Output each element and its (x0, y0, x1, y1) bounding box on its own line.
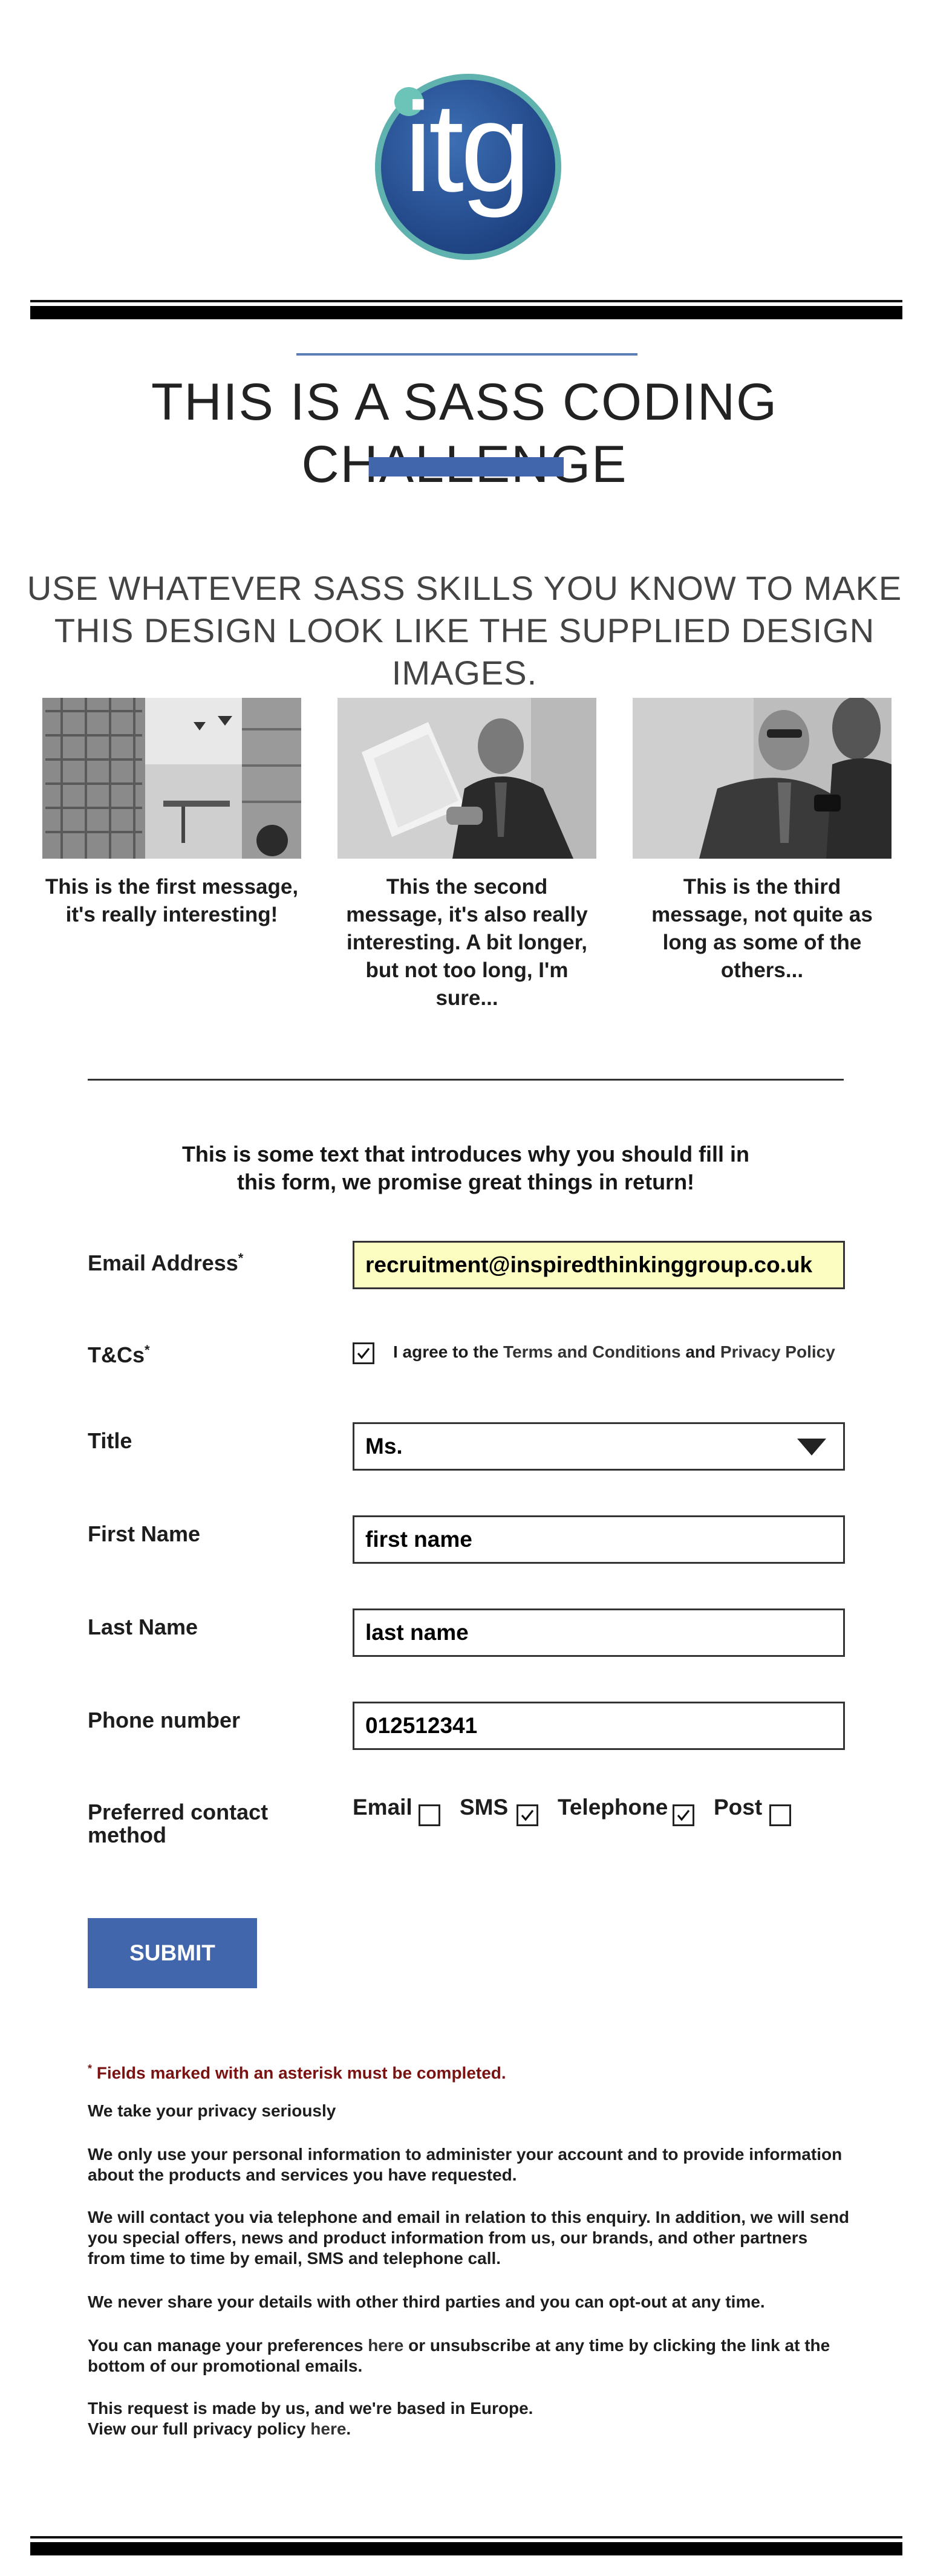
required-fields-note: * Fields marked with an asterisk must be… (88, 2063, 506, 2083)
last-name-field[interactable]: last name (353, 1608, 845, 1657)
privacy-paragraph-1: We only use your personal information to… (88, 2145, 843, 2184)
tcs-label: T&Cs* (88, 1342, 150, 1367)
footer-divider-thin (30, 2536, 902, 2539)
card-3-caption: This is the third message, not quite as … (651, 875, 873, 982)
tcs-checkbox[interactable] (353, 1342, 374, 1364)
checkmark-icon (677, 1810, 690, 1821)
checkmark-icon (357, 1348, 370, 1359)
man-reading-document-photo (337, 698, 596, 859)
checkmark-icon (521, 1810, 534, 1821)
hero-subtitle: USE WHATEVER SASS SKILLS YOU KNOW TO MAK… (27, 569, 902, 692)
privacy-paragraph-5: This request is made by us, and we're ba… (88, 2399, 533, 2438)
first-name-field[interactable]: first name (353, 1515, 845, 1564)
library-interior-photo (42, 698, 301, 859)
last-name-label: Last Name (88, 1615, 198, 1639)
tcs-text: I agree to the Terms and Conditions and … (393, 1342, 835, 1361)
privacy-heading: We take your privacy seriously (88, 2101, 336, 2120)
required-asterisk: * (145, 1342, 150, 1358)
title-selected-value: Ms. (365, 1434, 403, 1459)
email-label: Email Address* (88, 1251, 244, 1275)
form-intro: This is some text that introduces why yo… (181, 1142, 750, 1194)
submit-button[interactable]: SUBMIT (88, 1918, 257, 1988)
header-divider-thick (30, 306, 902, 319)
itg-logo: itg (375, 74, 561, 260)
preferences-link[interactable]: here (368, 2336, 403, 2355)
contact-email-label: Email (353, 1795, 412, 1820)
contact-post-checkbox[interactable] (769, 1804, 791, 1826)
message-card-1: This is the first message, it's really i… (42, 698, 301, 929)
terms-link[interactable]: Terms and Conditions (503, 1342, 681, 1361)
contact-post-label: Post (714, 1795, 763, 1820)
phone-label: Phone number (88, 1708, 241, 1732)
privacy-paragraph-4: You can manage your preferences here or … (88, 2336, 830, 2375)
privacy-paragraph-2: We will contact you via telephone and em… (88, 2208, 850, 2268)
title-select[interactable]: Ms. (353, 1422, 845, 1471)
email-field[interactable]: recruitment@inspiredthinkinggroup.co.uk (353, 1241, 845, 1289)
first-name-label: First Name (88, 1521, 201, 1546)
two-men-with-phone-photo (633, 698, 892, 859)
hero-top-line (296, 353, 637, 356)
phone-field[interactable]: 012512341 (353, 1702, 845, 1750)
hero-title: THIS IS A SASS CODING CHALLENGE (151, 373, 778, 493)
card-2-caption: This the second message, it's also reall… (346, 875, 588, 1010)
privacy-policy-footer-link[interactable]: here (310, 2419, 346, 2438)
message-card-3: This is the third message, not quite as … (633, 698, 892, 984)
privacy-paragraph-3: We never share your details with other t… (88, 2292, 765, 2311)
dropdown-arrow-icon (797, 1439, 826, 1456)
contact-sms-label: SMS (460, 1795, 509, 1820)
contact-email-checkbox[interactable] (419, 1804, 440, 1826)
hero-accent-bar (369, 457, 564, 476)
card-1-caption: This is the first message, it's really i… (45, 875, 299, 926)
contact-telephone-label: Telephone (558, 1795, 668, 1820)
footer-divider-thick (30, 2542, 902, 2555)
header-divider-thin (30, 300, 902, 302)
contact-sms-checkbox[interactable] (517, 1804, 538, 1826)
required-asterisk: * (238, 1251, 244, 1266)
contact-method-label: Preferred contact method (88, 1800, 269, 1847)
privacy-policy-link[interactable]: Privacy Policy (720, 1342, 835, 1361)
title-label: Title (88, 1428, 132, 1453)
section-divider (88, 1079, 844, 1081)
contact-telephone-checkbox[interactable] (673, 1804, 694, 1826)
message-card-2: This the second message, it's also reall… (337, 698, 596, 1012)
svg-text:itg: itg (404, 76, 527, 218)
